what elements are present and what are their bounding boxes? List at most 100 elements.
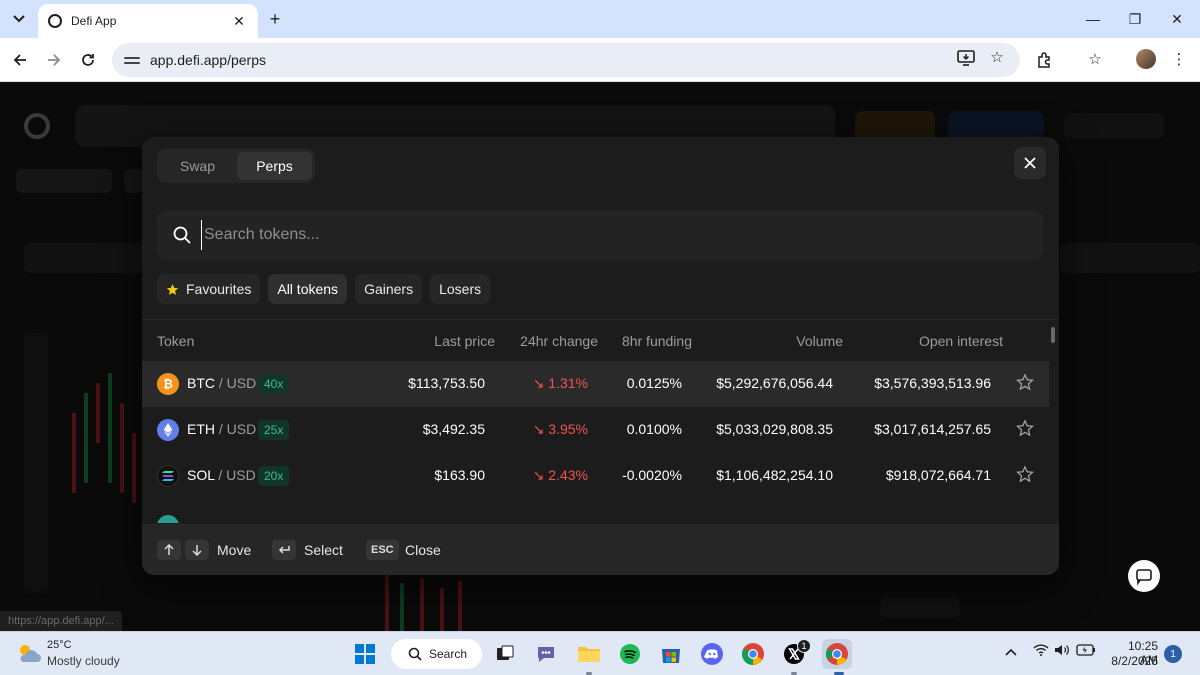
search-input[interactable] xyxy=(201,220,1043,250)
bg-candle xyxy=(400,583,404,631)
leverage-badge: 40x xyxy=(258,374,290,394)
bg-candle xyxy=(108,373,112,483)
chevron-down-icon xyxy=(13,15,25,23)
filter-bar: Favourites All tokens Gainers Losers xyxy=(157,274,491,304)
app-logo-icon xyxy=(24,113,50,139)
chrome-profile-icon[interactable] xyxy=(822,639,852,669)
task-view-icon[interactable] xyxy=(492,641,518,667)
last-price: $113,753.50 xyxy=(408,375,485,391)
bg-candle xyxy=(132,433,136,503)
browser-toolbar: app.defi.app/perps ☆ ☆ ⋮ xyxy=(0,38,1200,82)
bg-pair-header xyxy=(24,243,144,273)
table-row[interactable]: ETH / USD 25x $3,492.35 ↘ 3.95% 0.0100% … xyxy=(142,407,1049,453)
bg-candle xyxy=(440,588,444,631)
col-token[interactable]: Token xyxy=(157,333,194,349)
bg-candle xyxy=(96,383,100,443)
search-icon xyxy=(173,226,191,244)
new-tab-button[interactable]: + xyxy=(264,8,286,30)
volume: $1,106,482,254.10 xyxy=(716,467,833,483)
bookmark-star-icon[interactable]: ☆ xyxy=(986,47,1008,69)
microsoft-store-icon[interactable] xyxy=(658,641,684,667)
col-last-price[interactable]: Last price xyxy=(434,333,495,349)
tab-search-button[interactable] xyxy=(8,8,30,30)
table-row[interactable]: SOL / USD 20x $163.90 ↘ 2.43% -0.0020% $… xyxy=(142,453,1049,499)
enter-key-icon xyxy=(272,540,296,560)
forward-button[interactable] xyxy=(42,48,66,72)
discord-icon[interactable] xyxy=(699,641,725,667)
filter-label: Favourites xyxy=(186,281,252,297)
status-bar-url: https://app.defi.app/... xyxy=(0,611,122,631)
chrome-icon[interactable] xyxy=(740,641,766,667)
back-button[interactable] xyxy=(8,48,32,72)
modal-close-button[interactable] xyxy=(1014,147,1046,179)
tab-title: Defi App xyxy=(71,14,117,28)
change-24h: ↘ 1.31% xyxy=(532,375,588,391)
change-24h: ↘ 3.95% xyxy=(532,421,588,437)
bg-sidebar-row xyxy=(880,598,960,618)
taskbar-search[interactable]: Search xyxy=(391,639,482,669)
token-search-modal: Swap Perps Favourites All tokens Gainers… xyxy=(142,137,1059,575)
chat-bubble-button[interactable] xyxy=(1128,560,1160,592)
favourite-star-icon[interactable] xyxy=(1016,373,1034,391)
col-open-interest[interactable]: Open interest xyxy=(919,333,1003,349)
restore-button[interactable]: ❐ xyxy=(1120,8,1150,30)
address-bar[interactable]: app.defi.app/perps xyxy=(112,43,1020,77)
clock-date[interactable]: 8/2/2025 xyxy=(1108,654,1158,668)
table-row-partial[interactable] xyxy=(142,499,1049,523)
tab-perps[interactable]: Perps xyxy=(237,152,312,180)
battery-icon[interactable] xyxy=(1076,644,1096,659)
favourite-star-icon[interactable] xyxy=(1016,419,1034,437)
windows-start-icon[interactable] xyxy=(352,641,378,667)
tray-overflow-icon[interactable] xyxy=(1005,644,1017,659)
notification-count-badge[interactable]: 1 xyxy=(1164,645,1182,663)
hint-close: Close xyxy=(405,542,441,558)
filter-losers[interactable]: Losers xyxy=(430,274,491,304)
token-pair: SOL / USD xyxy=(187,467,256,483)
profile-avatar[interactable] xyxy=(1136,49,1156,69)
teams-chat-icon[interactable] xyxy=(533,641,559,667)
filter-favourites[interactable]: Favourites xyxy=(157,274,261,304)
arrow-up-key-icon xyxy=(157,540,181,560)
bg-tool-rail xyxy=(24,333,48,593)
spotify-icon[interactable] xyxy=(617,641,643,667)
cloudy-weather-icon[interactable] xyxy=(16,642,42,664)
reload-button[interactable] xyxy=(76,48,100,72)
arrow-down-key-icon xyxy=(185,540,209,560)
token-pair: ETH / USD xyxy=(187,421,257,437)
divider xyxy=(142,319,1059,320)
bg-candle xyxy=(120,403,124,493)
browser-menu-icon[interactable]: ⋮ xyxy=(1168,49,1190,71)
minimize-button[interactable]: — xyxy=(1078,8,1108,30)
arrow-left-icon xyxy=(13,54,26,66)
col-24h-change[interactable]: 24hr change xyxy=(520,333,598,349)
wifi-icon[interactable] xyxy=(1033,644,1049,659)
scrollbar-thumb[interactable] xyxy=(1051,327,1055,343)
bg-candle xyxy=(458,581,462,631)
browser-tab[interactable]: Defi App ✕ xyxy=(38,4,258,38)
volume: $5,292,676,056.44 xyxy=(716,375,833,391)
tab-close-icon[interactable]: ✕ xyxy=(230,13,248,30)
reading-list-icon[interactable]: ☆ xyxy=(1084,49,1106,71)
open-interest: $918,072,664.71 xyxy=(885,467,991,483)
table-row[interactable]: ₿ BTC / USD 40x $113,753.50 ↘ 1.31% 0.01… xyxy=(142,361,1049,407)
filter-gainers[interactable]: Gainers xyxy=(355,274,423,304)
leverage-badge: 25x xyxy=(258,420,290,440)
favourite-star-icon[interactable] xyxy=(1016,465,1034,483)
defi-app-favicon-icon xyxy=(48,14,62,28)
col-8h-funding[interactable]: 8hr funding xyxy=(622,333,692,349)
col-volume[interactable]: Volume xyxy=(796,333,843,349)
tab-swap[interactable]: Swap xyxy=(160,152,235,180)
volume: $5,033,029,808.35 xyxy=(716,421,833,437)
window-close-button[interactable]: ✕ xyxy=(1162,8,1192,30)
volume-icon[interactable] xyxy=(1054,644,1070,659)
install-app-icon[interactable] xyxy=(955,47,977,69)
token-search-box[interactable] xyxy=(157,210,1043,260)
filter-all-tokens[interactable]: All tokens xyxy=(268,274,348,304)
browser-tab-bar: Defi App ✕ + — ❐ ✕ xyxy=(0,0,1200,38)
list-scrollbar[interactable] xyxy=(1050,323,1056,523)
ethereum-icon xyxy=(157,419,179,441)
table-header: Token Last price 24hr change 8hr funding… xyxy=(142,327,1059,357)
extensions-icon[interactable] xyxy=(1034,49,1056,71)
site-info-icon[interactable] xyxy=(124,52,140,68)
file-explorer-icon[interactable] xyxy=(576,641,602,667)
